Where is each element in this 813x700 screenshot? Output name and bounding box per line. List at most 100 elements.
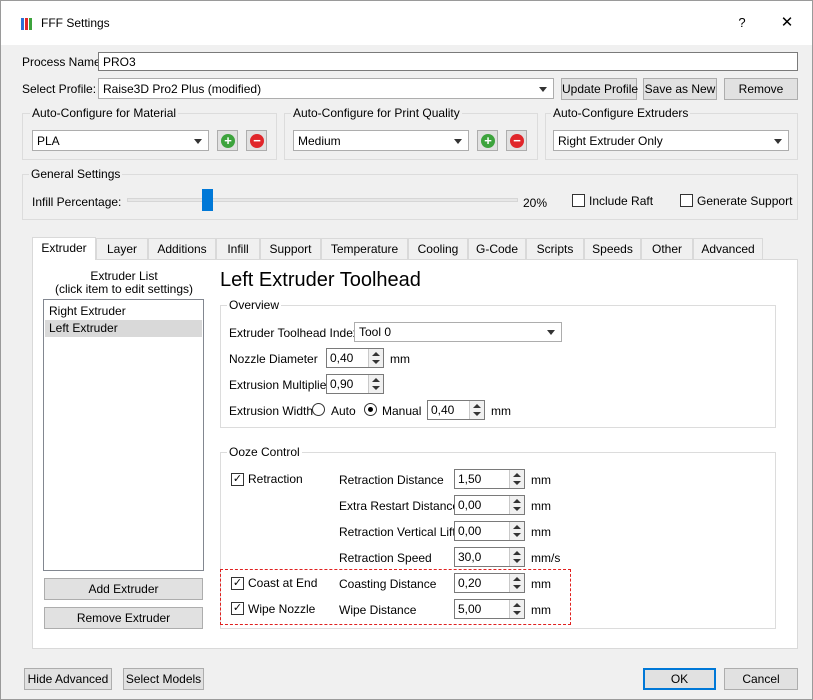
toolhead-index-select[interactable]: Tool 0 (354, 322, 562, 342)
tab-gcode[interactable]: G-Code (468, 238, 526, 259)
remove-extruder-button[interactable]: Remove Extruder (44, 607, 203, 629)
tab-speeds[interactable]: Speeds (584, 238, 641, 259)
extrusion-width-input[interactable]: 0,40 (427, 400, 485, 420)
settings-window: FFF Settings ? ✕ Process Name: PRO3 Sele… (0, 0, 813, 700)
extra-restart-input[interactable]: 0,00 (454, 495, 525, 515)
tab-cooling[interactable]: Cooling (408, 238, 468, 259)
retraction-speed-value: 30,0 (458, 550, 482, 564)
process-name-label: Process Name: (22, 55, 105, 69)
arrow-up-icon (473, 404, 481, 408)
toolhead-index-value: Tool 0 (359, 325, 392, 339)
remove-material-button[interactable]: − (246, 130, 267, 151)
remove-quality-button[interactable]: − (506, 130, 527, 151)
vertical-lift-unit: mm (531, 525, 551, 539)
spin-buttons[interactable] (509, 522, 524, 540)
retraction-label: Retraction (248, 472, 303, 486)
remove-profile-button[interactable]: Remove (724, 78, 798, 100)
select-models-button[interactable]: Select Models (123, 668, 204, 690)
tab-layer[interactable]: Layer (96, 238, 148, 259)
extrusion-width-manual-radio[interactable] (364, 403, 377, 416)
tab-extruder[interactable]: Extruder (32, 237, 96, 260)
extrusion-width-auto-radio[interactable] (312, 403, 325, 416)
tab-scripts[interactable]: Scripts (526, 238, 584, 259)
spin-buttons[interactable] (368, 349, 383, 367)
minus-icon: − (250, 134, 264, 148)
chevron-down-icon (774, 139, 782, 144)
extrusion-width-manual-label: Manual (382, 404, 422, 418)
auto-extruders-title: Auto-Configure Extruders (551, 106, 691, 120)
nozzle-diameter-input[interactable]: 0,40 (326, 348, 384, 368)
vertical-lift-input[interactable]: 0,00 (454, 521, 525, 541)
tab-other[interactable]: Other (641, 238, 693, 259)
retraction-distance-unit: mm (531, 473, 551, 487)
quality-select-value: Medium (298, 134, 341, 148)
process-name-input[interactable]: PRO3 (98, 52, 798, 71)
window-title: FFF Settings (41, 16, 110, 30)
retraction-distance-label: Retraction Distance (339, 473, 444, 487)
extra-restart-unit: mm (531, 499, 551, 513)
select-profile-label: Select Profile: (22, 82, 97, 96)
add-material-button[interactable]: + (217, 130, 238, 151)
help-button[interactable]: ? (725, 11, 759, 35)
chevron-down-icon (194, 139, 202, 144)
hide-advanced-button[interactable]: Hide Advanced (24, 668, 112, 690)
infill-percentage-value: 20% (523, 196, 548, 210)
auto-material-title: Auto-Configure for Material (30, 106, 179, 120)
update-profile-button[interactable]: Update Profile (561, 78, 638, 100)
quality-select[interactable]: Medium (293, 130, 469, 151)
retraction-distance-input[interactable]: 1,50 (454, 469, 525, 489)
tab-advanced[interactable]: Advanced (693, 238, 763, 259)
arrow-down-icon (513, 533, 521, 537)
spin-buttons[interactable] (509, 548, 524, 566)
tab-additions[interactable]: Additions (148, 238, 216, 259)
close-button[interactable]: ✕ (770, 11, 804, 35)
radio-dot (368, 407, 373, 412)
material-select[interactable]: PLA (32, 130, 209, 151)
tab-support[interactable]: Support (260, 238, 321, 259)
retraction-checkbox[interactable]: ✓ (231, 473, 244, 486)
extrusion-width-value: 0,40 (431, 403, 455, 417)
spin-buttons[interactable] (509, 470, 524, 488)
toolhead-heading: Left Extruder Toolhead (220, 269, 421, 291)
generate-support-checkbox[interactable] (680, 194, 693, 207)
vertical-lift-value: 0,00 (458, 524, 482, 538)
retraction-speed-input[interactable]: 30,0 (454, 547, 525, 567)
arrow-down-icon (372, 360, 380, 364)
add-extruder-button[interactable]: Add Extruder (44, 578, 203, 600)
extrusion-multiplier-label: Extrusion Multiplier (229, 378, 331, 392)
spin-buttons[interactable] (368, 375, 383, 393)
arrow-up-icon (372, 378, 380, 382)
extruders-select[interactable]: Right Extruder Only (553, 130, 789, 151)
infill-slider-track[interactable] (127, 198, 518, 202)
arrow-down-icon (513, 559, 521, 563)
extrusion-width-label: Extrusion Width (229, 404, 314, 418)
cancel-button[interactable]: Cancel (724, 668, 798, 690)
arrow-down-icon (372, 386, 380, 390)
tab-temperature[interactable]: Temperature (321, 238, 408, 259)
spin-buttons[interactable] (509, 496, 524, 514)
infill-slider-thumb[interactable] (201, 189, 213, 211)
list-item-right-extruder[interactable]: Right Extruder (45, 303, 202, 320)
include-raft-checkbox[interactable] (572, 194, 585, 207)
extrusion-width-unit: mm (491, 404, 511, 418)
title-bar: FFF Settings ? ✕ (1, 1, 812, 45)
ok-button[interactable]: OK (643, 668, 716, 690)
plus-icon: + (481, 134, 495, 148)
spin-buttons[interactable] (469, 401, 484, 419)
arrow-down-icon (513, 481, 521, 485)
add-quality-button[interactable]: + (477, 130, 498, 151)
app-logo-icon (21, 18, 33, 30)
chevron-down-icon (539, 87, 547, 92)
arrow-up-icon (513, 551, 521, 555)
material-select-value: PLA (37, 134, 60, 148)
chevron-down-icon (547, 330, 555, 335)
highlight-annotation (220, 569, 571, 625)
list-item-left-extruder[interactable]: Left Extruder (45, 320, 202, 337)
save-as-new-button[interactable]: Save as New (643, 78, 717, 100)
extruder-list-subtitle: (click item to edit settings) (54, 282, 194, 296)
extruder-list[interactable]: Right Extruder Left Extruder (43, 299, 204, 571)
tab-infill[interactable]: Infill (216, 238, 260, 259)
profile-select[interactable]: Raise3D Pro2 Plus (modified) (98, 78, 554, 99)
nozzle-diameter-unit: mm (390, 352, 410, 366)
extrusion-multiplier-input[interactable]: 0,90 (326, 374, 384, 394)
